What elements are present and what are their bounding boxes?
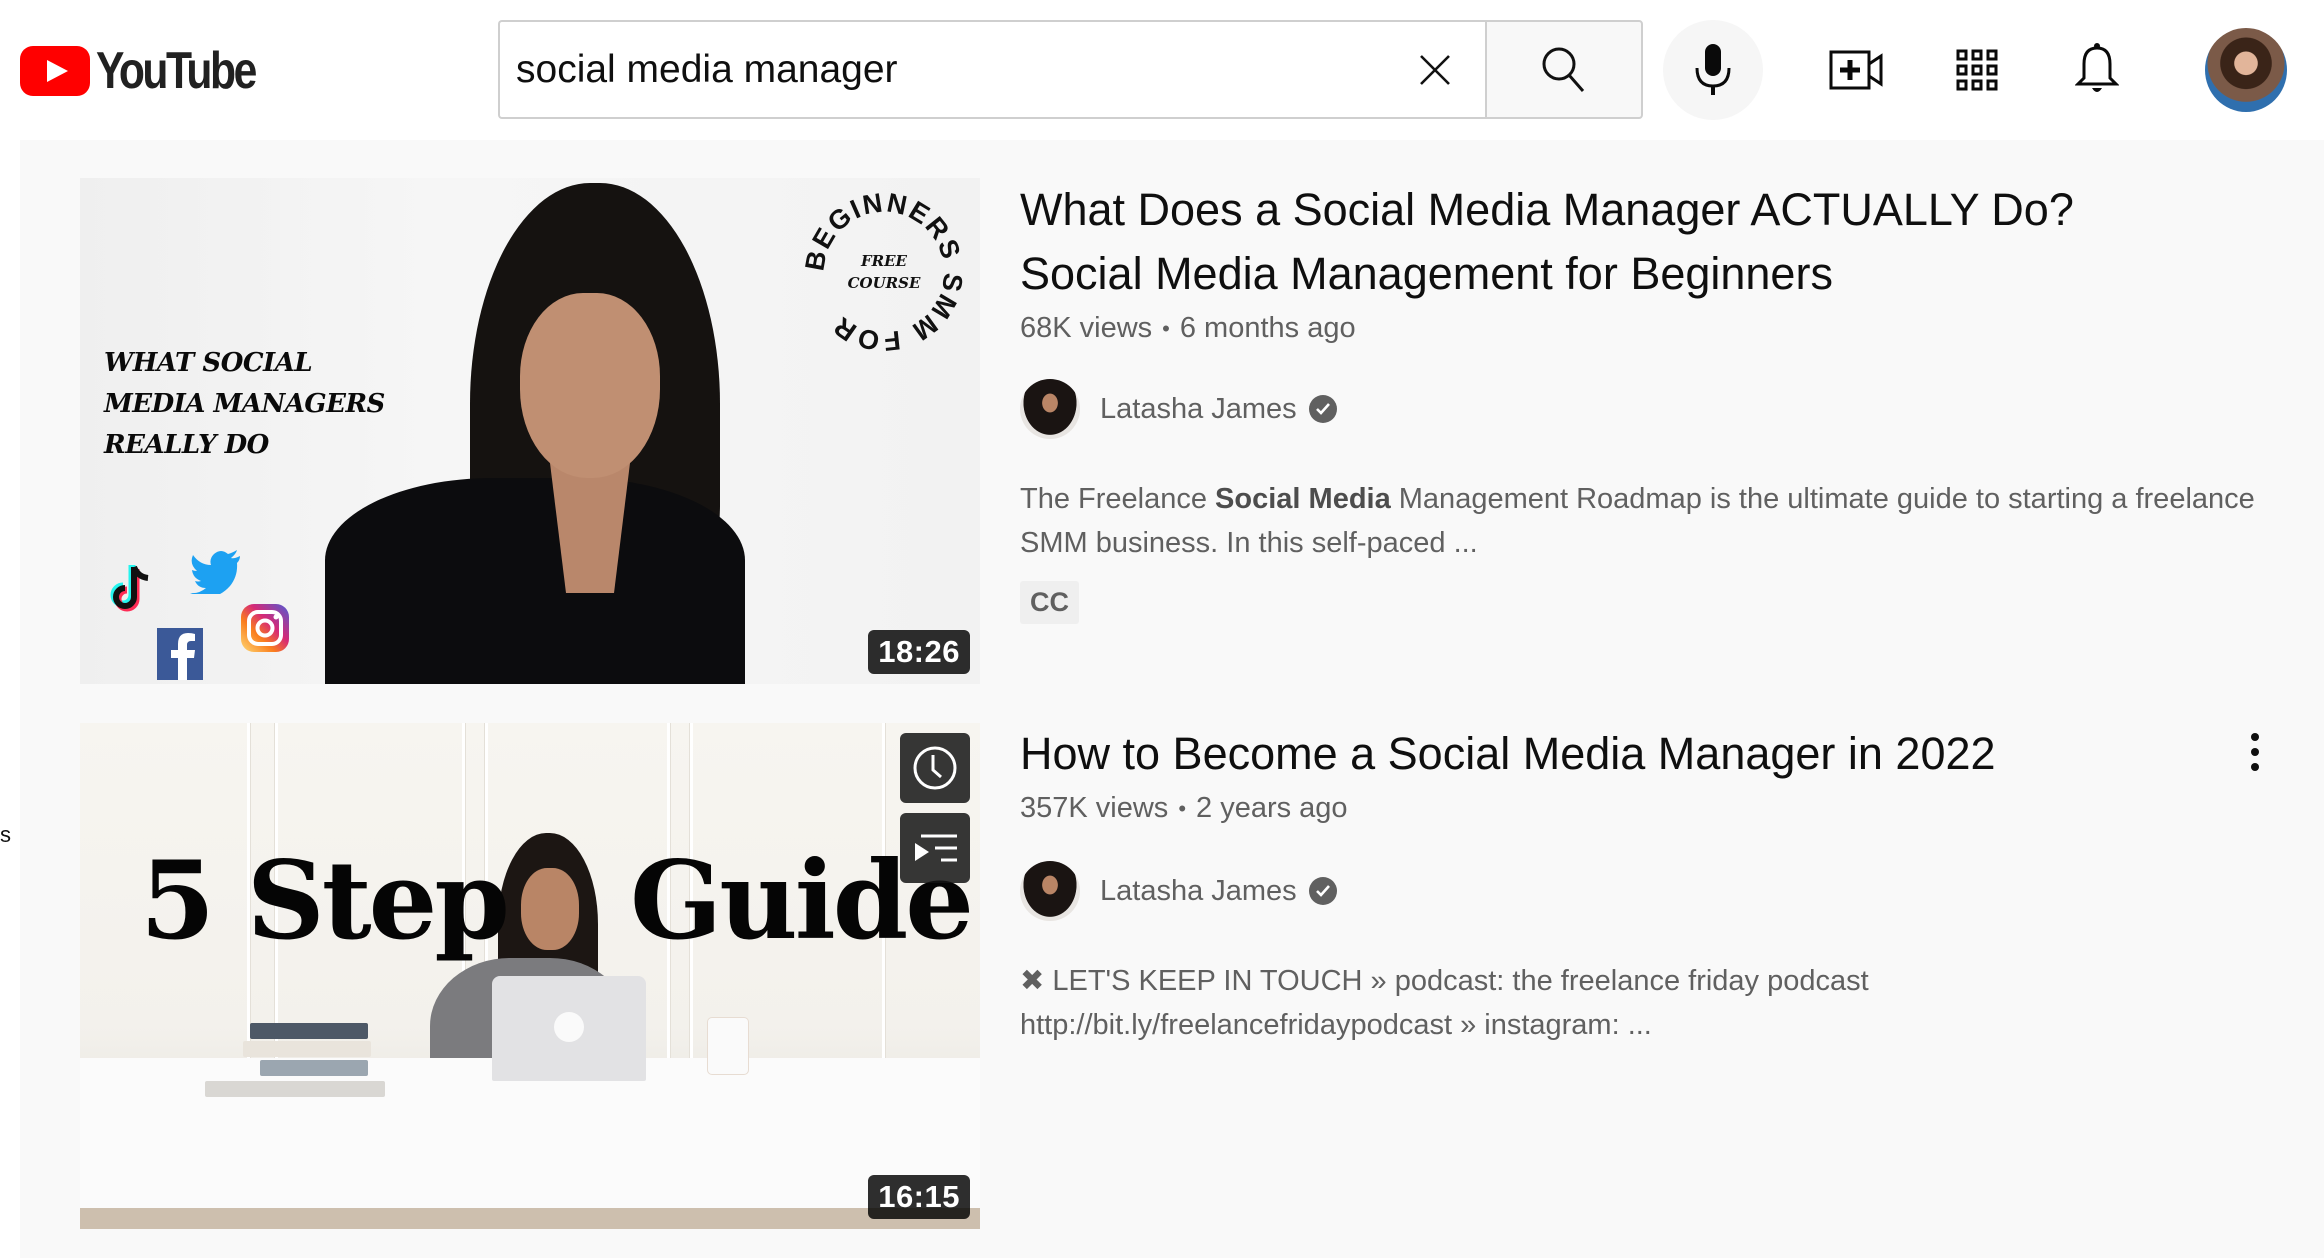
description-text: The Freelance — [1020, 483, 1216, 515]
video-metadata: 68K views • 6 months ago — [1020, 312, 2290, 345]
thumbnail-headline: WHAT SOCIAL MEDIA MANAGERS REALLY DO — [104, 343, 385, 466]
youtube-play-logo-icon — [20, 46, 90, 96]
sidebar-text-fragment: s — [0, 822, 11, 847]
thumbnail-art — [520, 293, 660, 478]
video-title[interactable]: How to Become a Social Media Manager in … — [1020, 722, 2290, 786]
close-icon — [1420, 54, 1450, 85]
clear-search-button[interactable] — [1395, 30, 1475, 110]
verified-badge-icon — [1308, 877, 1337, 905]
channel-link[interactable]: Latasha James — [1020, 861, 2290, 921]
video-info: What Does a Social Media Manager ACTUALL… — [1020, 178, 2290, 624]
voice-search-button[interactable] — [1663, 20, 1763, 120]
search-bar — [498, 20, 1643, 119]
add-to-queue-icon — [915, 834, 957, 862]
closed-captions-badge: CC — [1020, 581, 1079, 624]
notifications-button[interactable] — [2067, 40, 2127, 100]
mug-art — [708, 1018, 748, 1074]
channel-name[interactable]: Latasha James — [1100, 393, 1297, 426]
upload-age: 2 years ago — [1196, 792, 1348, 824]
video-title-line: Social Media Management for Beginners — [1020, 248, 1833, 299]
search-input[interactable] — [516, 47, 1395, 92]
kebab-dot — [2251, 733, 2259, 741]
video-title[interactable]: What Does a Social Media Manager ACTUALL… — [1020, 178, 2290, 306]
video-title-line: How to Become a Social Media Manager in … — [1020, 728, 1996, 779]
thumbnail-art — [521, 868, 579, 950]
badge-line: COURSE — [847, 274, 921, 292]
video-duration: 18:26 — [868, 630, 970, 674]
description-line: http://bit.ly/freelancefridaypodcast » i… — [1020, 1009, 1652, 1041]
thumbnail-art — [325, 478, 745, 684]
microphone-icon — [1695, 44, 1731, 95]
apps-button[interactable] — [1947, 40, 2007, 100]
separator-dot: • — [1178, 795, 1187, 821]
video-description: ✖ LET'S KEEP IN TOUCH » podcast: the fre… — [1020, 959, 2290, 1047]
search-icon — [1542, 47, 1585, 92]
youtube-logo[interactable]: YouTube — [20, 42, 290, 100]
laptop-sticker — [554, 1012, 584, 1042]
book — [250, 1023, 368, 1039]
badge-center-text: FREE COURSE — [848, 250, 921, 294]
video-description: The Freelance Social Media Management Ro… — [1020, 477, 2290, 565]
video-title-line: What Does a Social Media Manager ACTUALL… — [1020, 184, 2074, 235]
channel-avatar[interactable] — [1020, 379, 1080, 439]
thumbnail-headline-left: 5 Step — [140, 838, 510, 964]
youtube-search-results-page: YouTube social media manager s WHAT SOCI… — [0, 0, 2324, 1258]
add-to-queue-button[interactable] — [900, 813, 970, 883]
watch-later-button[interactable] — [900, 733, 970, 803]
kebab-dot — [2251, 763, 2259, 771]
tiktok-icon — [110, 565, 149, 612]
book — [243, 1041, 371, 1057]
create-video-icon — [1829, 50, 1883, 90]
headline-line: MEDIA MANAGERS — [104, 389, 385, 419]
video-thumbnail[interactable]: 5 Step Guide 16:15 — [80, 723, 980, 1229]
description-line: ✖ LET'S KEEP IN TOUCH » podcast: the fre… — [1020, 965, 1869, 997]
headline-line: REALLY DO — [104, 430, 269, 460]
book — [260, 1060, 368, 1076]
view-count: 68K views — [1020, 312, 1153, 344]
kebab-dot — [2251, 748, 2259, 756]
verified-badge-icon — [1308, 395, 1337, 423]
channel-link[interactable]: Latasha James — [1020, 379, 2290, 439]
apps-grid-icon — [1956, 49, 1998, 91]
create-button[interactable] — [1827, 40, 1887, 100]
search-button[interactable] — [1485, 20, 1643, 119]
video-info: How to Become a Social Media Manager in … — [1020, 722, 2290, 1047]
badge-line: FREE — [861, 252, 907, 270]
video-metadata: 357K views • 2 years ago — [1020, 792, 2290, 825]
more-actions-button[interactable] — [2235, 722, 2275, 782]
upload-age: 6 months ago — [1179, 312, 1356, 344]
watch-later-icon — [913, 746, 957, 790]
notifications-bell-icon — [2075, 43, 2119, 92]
video-thumbnail[interactable]: WHAT SOCIAL MEDIA MANAGERS REALLY DO BEG… — [80, 178, 980, 684]
free-course-badge: BEGINNERS SMM FOR FREE COURSE — [799, 187, 968, 356]
logo-text: YouTube — [96, 42, 257, 100]
headline-line: WHAT SOCIAL — [104, 348, 313, 378]
book — [205, 1081, 385, 1097]
floor-art — [80, 1208, 980, 1229]
laptop-art — [492, 976, 646, 1081]
channel-name[interactable]: Latasha James — [1100, 875, 1297, 908]
masthead: YouTube — [0, 0, 2324, 140]
channel-avatar[interactable] — [1020, 861, 1080, 921]
books-art — [205, 1023, 385, 1103]
user-avatar[interactable] — [2205, 28, 2287, 112]
instagram-icon — [241, 604, 289, 652]
twitter-icon — [190, 550, 240, 594]
video-duration: 16:15 — [868, 1175, 970, 1219]
view-count: 357K views — [1020, 792, 1169, 824]
description-highlight: Social Media — [1215, 483, 1391, 515]
facebook-icon — [157, 628, 203, 680]
separator-dot: • — [1162, 315, 1170, 341]
search-box — [498, 20, 1485, 119]
